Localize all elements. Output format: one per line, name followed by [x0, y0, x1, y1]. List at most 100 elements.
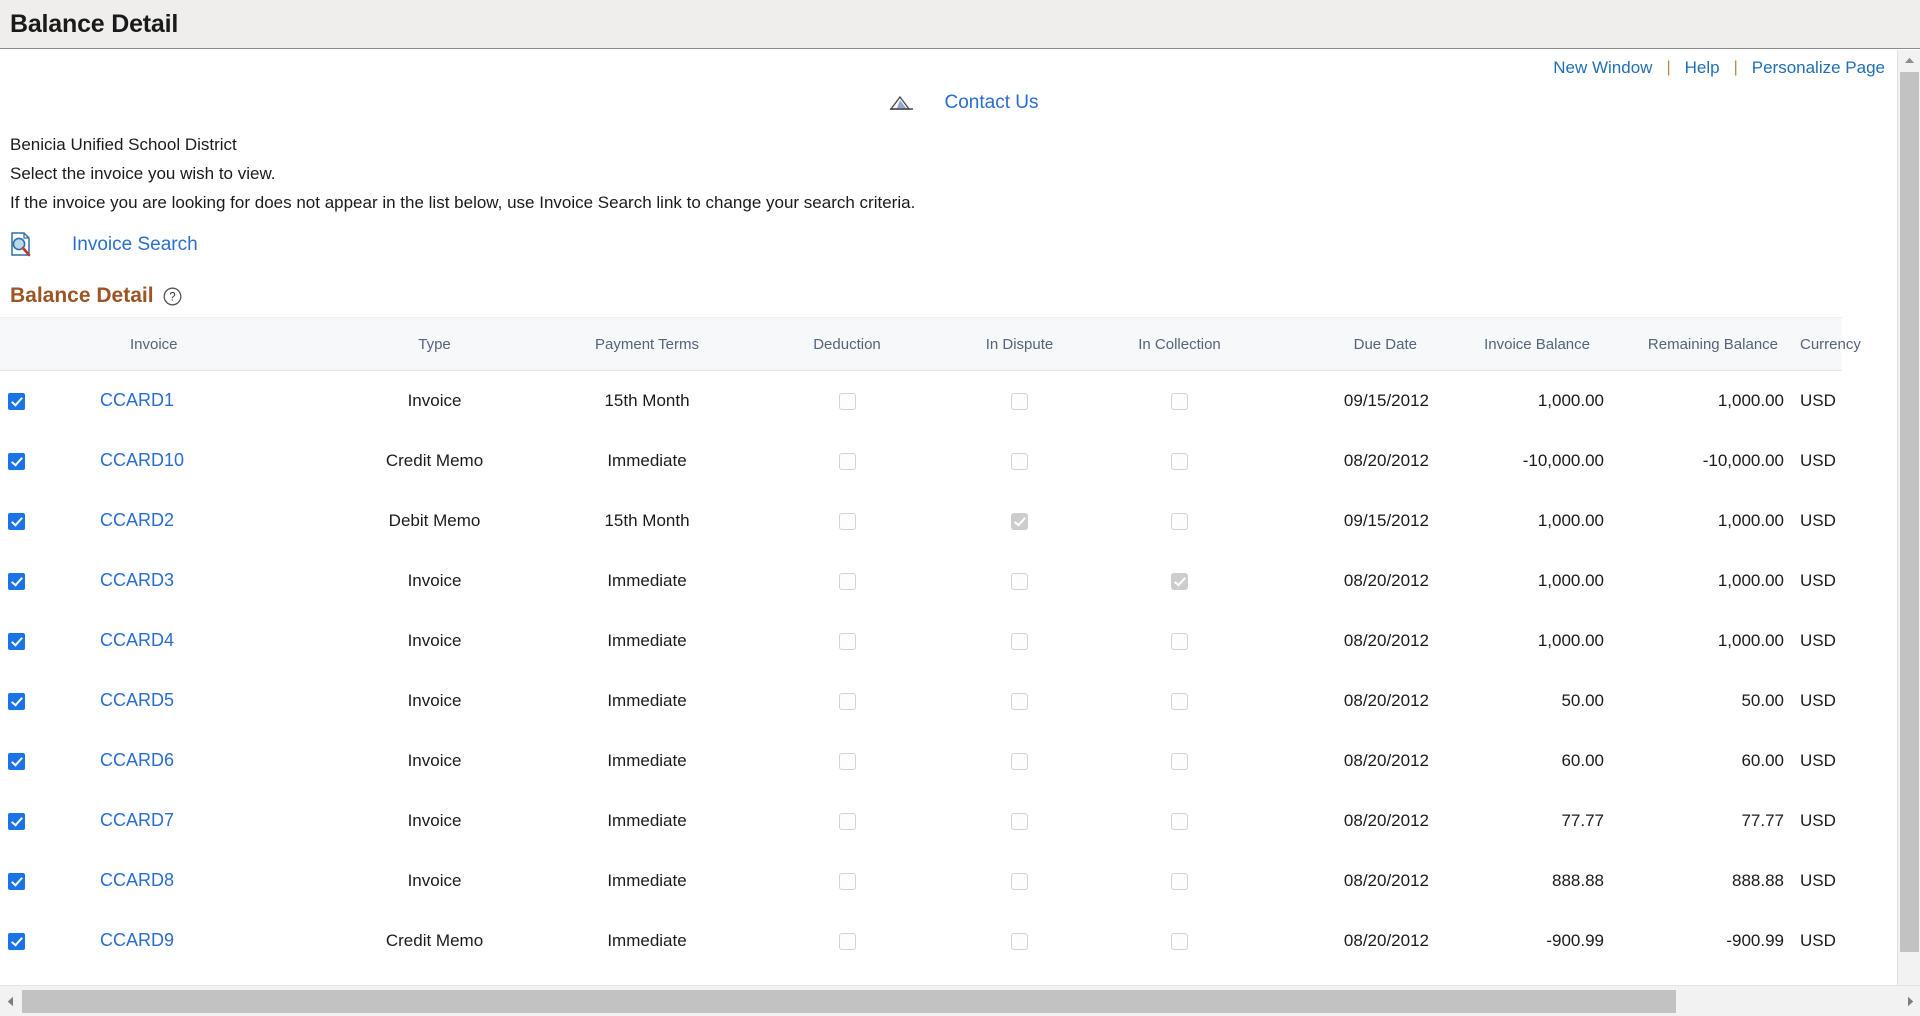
personalize-page-link[interactable]: Personalize Page	[1752, 58, 1885, 78]
new-window-link[interactable]: New Window	[1553, 58, 1652, 78]
invoice-link[interactable]: CCARD4	[100, 630, 174, 650]
instruction-line-2: If the invoice you are looking for does …	[10, 193, 916, 212]
row-select-checkbox[interactable]	[8, 392, 25, 410]
payment-terms-cell: Immediate	[607, 630, 687, 650]
row-select-cell[interactable]	[0, 791, 92, 851]
payment-terms-cell: Immediate	[607, 810, 687, 830]
payment-terms-cell: Immediate	[607, 690, 687, 710]
vertical-scrollbar[interactable]	[1897, 50, 1920, 985]
row-select-cell[interactable]	[0, 731, 92, 791]
help-link[interactable]: Help	[1685, 58, 1720, 78]
due-date-cell: 08/20/2012	[1343, 690, 1429, 710]
invoice-link[interactable]: CCARD7	[100, 810, 174, 830]
column-header-in-collection: In Collection	[1097, 317, 1262, 371]
deduction-checkbox-cell	[752, 731, 942, 791]
row-select-checkbox[interactable]	[8, 752, 25, 770]
in-collection-checkbox	[1171, 392, 1188, 410]
invoice-balance-cell: 1,000.00	[1537, 390, 1604, 410]
svg-text:?: ?	[169, 291, 175, 303]
in-dispute-checkbox-cell	[942, 731, 1097, 791]
in-collection-checkbox-cell	[1097, 851, 1262, 911]
contact-us-link[interactable]: Contact Us	[945, 92, 1039, 114]
type-cell: Credit Memo	[385, 450, 484, 470]
currency-cell: USD	[1800, 630, 1836, 650]
deduction-checkbox	[838, 872, 856, 890]
row-select-checkbox[interactable]	[8, 452, 25, 470]
payment-terms-cell: 15th Month	[604, 390, 690, 410]
row-select-checkbox[interactable]	[8, 932, 25, 950]
deduction-checkbox	[838, 512, 856, 530]
in-dispute-checkbox	[1011, 572, 1028, 590]
vertical-scroll-thumb[interactable]	[1900, 72, 1919, 952]
table-row: CCARD5 Invoice Immediate 08/20/2012 50.00 50.…	[0, 671, 1842, 731]
currency-cell: USD	[1800, 690, 1836, 710]
horizontal-scrollbar[interactable]	[0, 985, 1920, 1016]
in-collection-checkbox-cell	[1097, 731, 1262, 791]
invoice-link[interactable]: CCARD9	[100, 930, 174, 950]
table-header-row: Invoice Type Payment Terms Deduction In …	[0, 317, 1861, 371]
column-header-type: Type	[327, 317, 542, 371]
row-select-checkbox[interactable]	[8, 632, 25, 650]
deduction-checkbox-cell	[752, 791, 942, 851]
remaining-balance-cell: 60.00	[1741, 750, 1784, 770]
in-collection-checkbox-cell	[1097, 911, 1262, 971]
currency-cell: USD	[1800, 390, 1836, 410]
due-date-cell: 08/20/2012	[1343, 930, 1429, 950]
table-header: Invoice Type Payment Terms Deduction In …	[0, 317, 1861, 371]
invoice-search-icon[interactable]	[8, 231, 34, 258]
table-row: CCARD7 Invoice Immediate 08/20/2012 77.77 77.…	[0, 791, 1842, 851]
row-select-cell[interactable]	[0, 611, 92, 671]
row-select-cell[interactable]	[0, 371, 92, 431]
invoice-link[interactable]: CCARD2	[100, 510, 174, 530]
table-row: CCARD4 Invoice Immediate 08/20/2012 1,000.00…	[0, 611, 1842, 671]
column-header-invoice: Invoice	[92, 317, 327, 371]
row-select-cell[interactable]	[0, 491, 92, 551]
invoice-search-row[interactable]: Invoice Search	[0, 231, 1897, 258]
row-select-checkbox[interactable]	[8, 572, 25, 590]
deduction-checkbox	[838, 392, 856, 410]
scroll-right-button[interactable]	[1900, 986, 1920, 1016]
row-select-cell[interactable]	[0, 671, 92, 731]
horizontal-scroll-track[interactable]	[20, 986, 1900, 1016]
invoice-link[interactable]: CCARD1	[100, 390, 174, 410]
currency-cell: USD	[1800, 750, 1836, 770]
in-collection-checkbox-cell	[1097, 431, 1262, 491]
invoice-link[interactable]: CCARD6	[100, 750, 174, 770]
payment-terms-cell: Immediate	[607, 750, 687, 770]
invoice-cell: CCARD10	[92, 431, 327, 491]
row-select-checkbox[interactable]	[8, 872, 25, 890]
row-select-checkbox[interactable]	[8, 692, 25, 710]
horizontal-scroll-thumb[interactable]	[22, 989, 1677, 1013]
row-select-cell[interactable]	[0, 431, 92, 491]
invoice-balance-cell: 1,000.00	[1537, 510, 1604, 530]
table-row: CCARD1 Invoice 15th Month 09/15/2012 1,000.0…	[0, 371, 1842, 431]
help-circle-icon[interactable]: ?	[163, 287, 182, 306]
deduction-checkbox	[838, 452, 856, 470]
invoice-search-link[interactable]: Invoice Search	[72, 234, 198, 256]
invoice-link[interactable]: CCARD5	[100, 690, 174, 710]
row-select-checkbox[interactable]	[8, 512, 25, 530]
invoice-link[interactable]: CCARD3	[100, 570, 174, 590]
invoice-balance-cell: 50.00	[1561, 690, 1604, 710]
type-cell: Invoice	[407, 390, 462, 410]
deduction-checkbox-cell	[752, 911, 942, 971]
row-select-cell[interactable]	[0, 851, 92, 911]
row-select-cell[interactable]	[0, 551, 92, 611]
column-header-in-dispute: In Dispute	[942, 317, 1097, 371]
invoice-link[interactable]: CCARD10	[100, 450, 184, 470]
deduction-checkbox	[838, 572, 856, 590]
in-dispute-checkbox	[1011, 812, 1028, 830]
invoice-link[interactable]: CCARD8	[100, 870, 174, 890]
row-select-cell[interactable]	[0, 911, 92, 971]
in-collection-checkbox	[1171, 512, 1188, 530]
scroll-left-button[interactable]	[0, 986, 20, 1016]
table-row: CCARD6 Invoice Immediate 08/20/2012 60.00 60.…	[0, 731, 1842, 791]
remaining-balance-cell: 77.77	[1741, 810, 1784, 830]
page-title-bar: Balance Detail	[0, 0, 1920, 49]
page-content: New Window | Help | Personalize Page Con…	[0, 50, 1897, 985]
invoice-balance-cell: 1,000.00	[1537, 630, 1604, 650]
row-select-checkbox[interactable]	[8, 812, 25, 830]
table-row: CCARD9 Credit Memo Immediate 08/20/2012 -900…	[0, 911, 1842, 971]
instruction-line-1: Select the invoice you wish to view.	[10, 164, 276, 183]
scroll-up-button[interactable]	[1898, 50, 1920, 71]
